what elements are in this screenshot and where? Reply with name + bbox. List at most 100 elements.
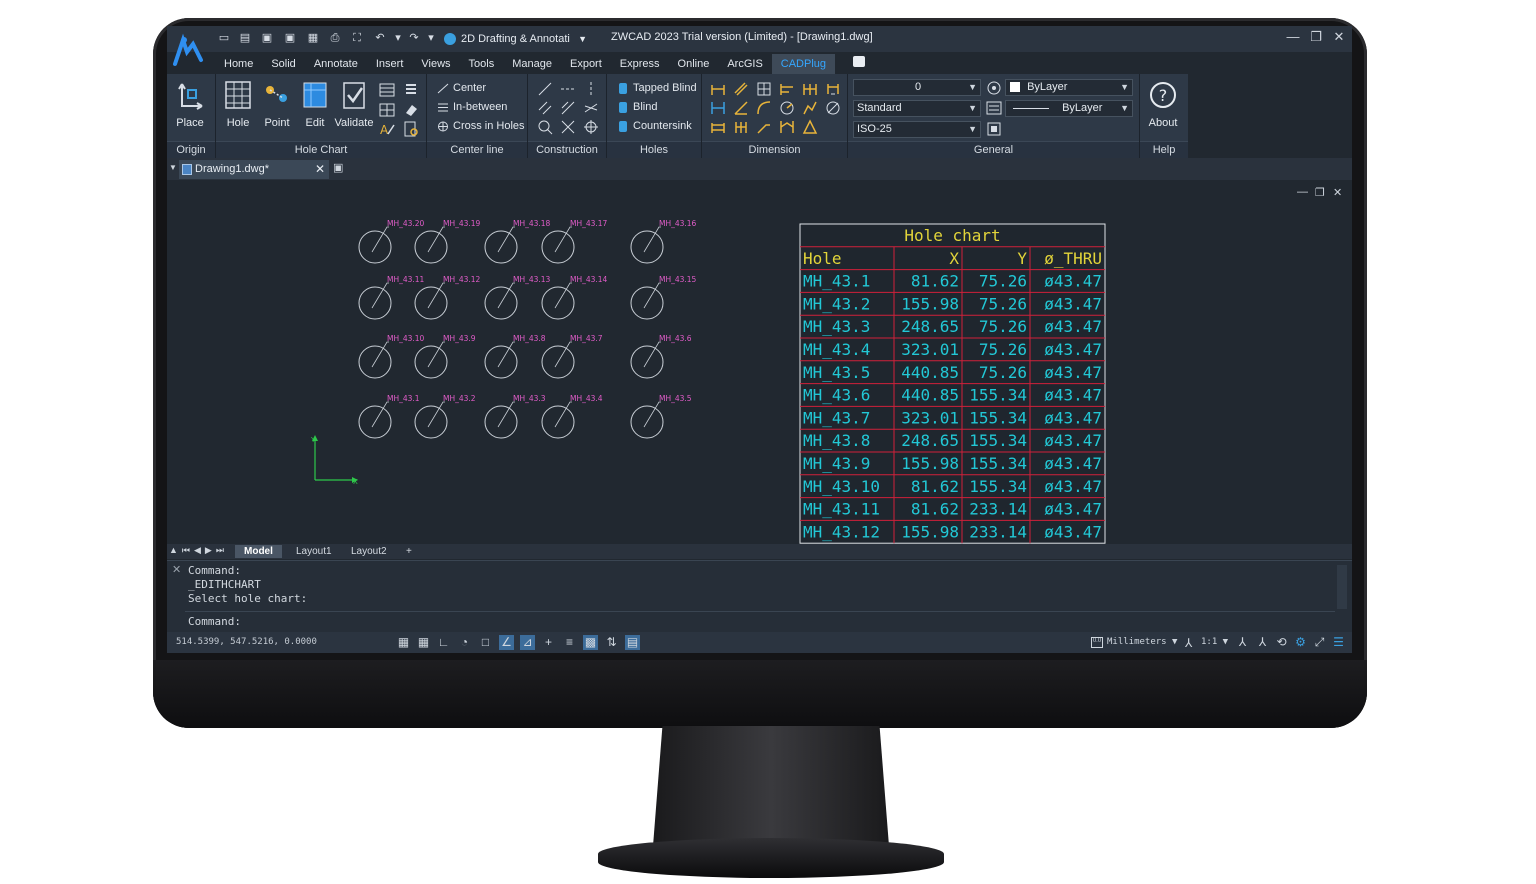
close-tab-icon[interactable]: ✕ [315,160,325,179]
restore-button[interactable]: ❐ [1306,29,1326,47]
ribbon-tab-views[interactable]: Views [412,54,459,74]
document-tab[interactable]: Drawing1.dwg* ✕ [179,160,329,179]
hole-marker[interactable]: MH_43.7 [541,334,603,379]
new-tab-icon[interactable]: ▣ [333,162,347,174]
linetype-icon[interactable] [986,100,1002,116]
color-select[interactable]: ByLayer ▼ [1005,79,1133,96]
zoom-extents-icon[interactable]: ⛶ [350,32,364,44]
dim-horizontal-icon[interactable] [710,100,726,116]
linetype-select[interactable]: ByLayer ▼ [1005,100,1133,117]
layout-tab-model[interactable]: Model [235,545,282,558]
redo-icon[interactable]: ↷ [407,32,421,44]
blind-button[interactable]: Blind [617,99,657,116]
hole-marker[interactable]: MH_43.5 [630,394,692,439]
hole-marker[interactable]: MH_43.19 [414,219,481,264]
hole-marker[interactable]: MH_43.16 [630,219,697,264]
auto-scale-icon[interactable]: ⅄ [1255,635,1270,650]
construction-parallel-icon[interactable] [537,100,553,116]
ribbon-tab-annotate[interactable]: Annotate [305,54,367,74]
fullscreen-icon[interactable]: ⤢ [1312,635,1327,650]
save-icon[interactable]: ▣ [260,32,274,44]
command-input[interactable]: Command: [185,611,1335,631]
construction-circle-icon[interactable] [537,119,553,135]
lineweight-icon[interactable] [986,121,1002,137]
hole-marker[interactable]: MH_43.12 [414,275,481,320]
layout-nav-icons[interactable]: ▲⏮◀▶⏭ [169,545,228,556]
viewport-close-button[interactable]: ✕ [1333,186,1342,199]
undo-dropdown-icon[interactable]: ▾ [391,32,405,44]
hole-marker[interactable]: MH_43.10 [358,334,425,379]
hole-marker[interactable]: MH_43.13 [484,275,551,320]
construction-horizontal-icon[interactable] [560,81,576,97]
hole-marker[interactable]: MH_43.11 [358,275,425,320]
annotation-monitor-icon[interactable]: ▤ [625,635,640,650]
dim-ordinate-icon[interactable] [756,81,772,97]
in-between-button[interactable]: In-between [437,99,507,116]
table-grid-icon[interactable] [379,102,395,118]
customize-menu-icon[interactable]: ☰ [1331,635,1346,650]
dim-center-mark-icon[interactable] [802,119,818,135]
command-scrollbar[interactable] [1337,565,1347,609]
construction-line-icon[interactable] [537,81,553,97]
dim-linear-icon[interactable] [710,81,726,97]
ribbon-tab-arcgis[interactable]: ArcGIS [718,54,771,74]
countersink-button[interactable]: Countersink [617,118,692,135]
drawing-canvas[interactable]: MH_43.20 MH_43.19 MH_43.18 MH_43.17 MH_43.16… [167,180,1352,546]
ribbon-tab-tools[interactable]: Tools [460,54,504,74]
dim-radius-icon[interactable] [779,100,795,116]
tapped-blind-button[interactable]: Tapped Blind [617,80,697,97]
close-button[interactable]: ✕ [1329,29,1349,47]
hole-button[interactable]: Hole [217,78,259,138]
edit-button[interactable]: Edit [294,78,336,138]
layout-tab-layout2[interactable]: Layout2 [342,545,396,558]
minimize-button[interactable]: — [1283,29,1303,47]
dim-baseline-icon[interactable] [779,81,795,97]
layer-select[interactable]: 0 ▼ [853,79,981,96]
publish-icon[interactable]: ▦ [306,32,320,44]
center-button[interactable]: Center [437,80,486,97]
close-command-icon[interactable]: ✕ [172,563,181,576]
dim-quick-icon[interactable] [825,81,841,97]
ortho-icon[interactable]: ∟ [436,635,451,650]
layout-tab-layout1[interactable]: Layout1 [287,545,341,558]
snap-icon[interactable]: ▦ [416,635,431,650]
dynamic-ucs-icon[interactable]: ⊿ [520,635,535,650]
ribbon-tab-insert[interactable]: Insert [367,54,413,74]
construction-vertical-icon[interactable] [583,81,599,97]
grid-icon[interactable]: ▦ [396,635,411,650]
hole-marker[interactable]: MH_43.17 [541,219,608,264]
table-insert-icon[interactable] [379,82,395,98]
lineweight-toggle-icon[interactable]: ≡ [562,635,577,650]
document-menu-icon[interactable]: ▼ [169,163,177,172]
selection-cycling-icon[interactable]: ⇅ [604,635,619,650]
hole-marker[interactable]: MH_43.3 [484,394,546,439]
settings-gear-icon[interactable]: ⚙ [1293,635,1308,650]
zwcad-logo-icon[interactable] [171,30,209,70]
construction-angle-icon[interactable] [560,100,576,116]
validate-button[interactable]: Validate [333,78,375,138]
ribbon-tab-solid[interactable]: Solid [262,54,304,74]
dim-leader-icon[interactable] [756,119,772,135]
about-button[interactable]: ? About [1142,78,1184,138]
hole-marker[interactable]: MH_43.1 [358,394,420,439]
dynamic-input-icon[interactable]: + [541,635,556,650]
ribbon-tab-manage[interactable]: Manage [503,54,561,74]
dim-space-icon[interactable] [710,119,726,135]
dim-aligned-icon[interactable] [733,81,749,97]
ribbon-minimize-icon[interactable] [853,56,865,67]
save-as-icon[interactable]: ▣ [283,32,297,44]
print-icon[interactable]: ⎙ [328,32,342,44]
polar-icon[interactable]: ◔ [457,635,472,650]
cross-in-holes-button[interactable]: Cross in Holes [437,118,525,135]
undo-icon[interactable]: ↶ [373,32,387,44]
dim-break-icon[interactable] [733,119,749,135]
ribbon-tab-export[interactable]: Export [561,54,611,74]
viewport-restore-button[interactable]: ❐ [1315,186,1325,199]
ribbon-tab-home[interactable]: Home [215,54,262,74]
annotation-visibility-icon[interactable]: ⅄ [1235,635,1250,650]
viewport-minimize-button[interactable]: — [1297,186,1308,198]
point-button[interactable]: Point [256,78,298,138]
hole-marker[interactable]: MH_43.8 [484,334,546,379]
units-select[interactable]: Millimeters ▼ [1107,637,1177,647]
table-list-icon[interactable] [403,82,419,98]
